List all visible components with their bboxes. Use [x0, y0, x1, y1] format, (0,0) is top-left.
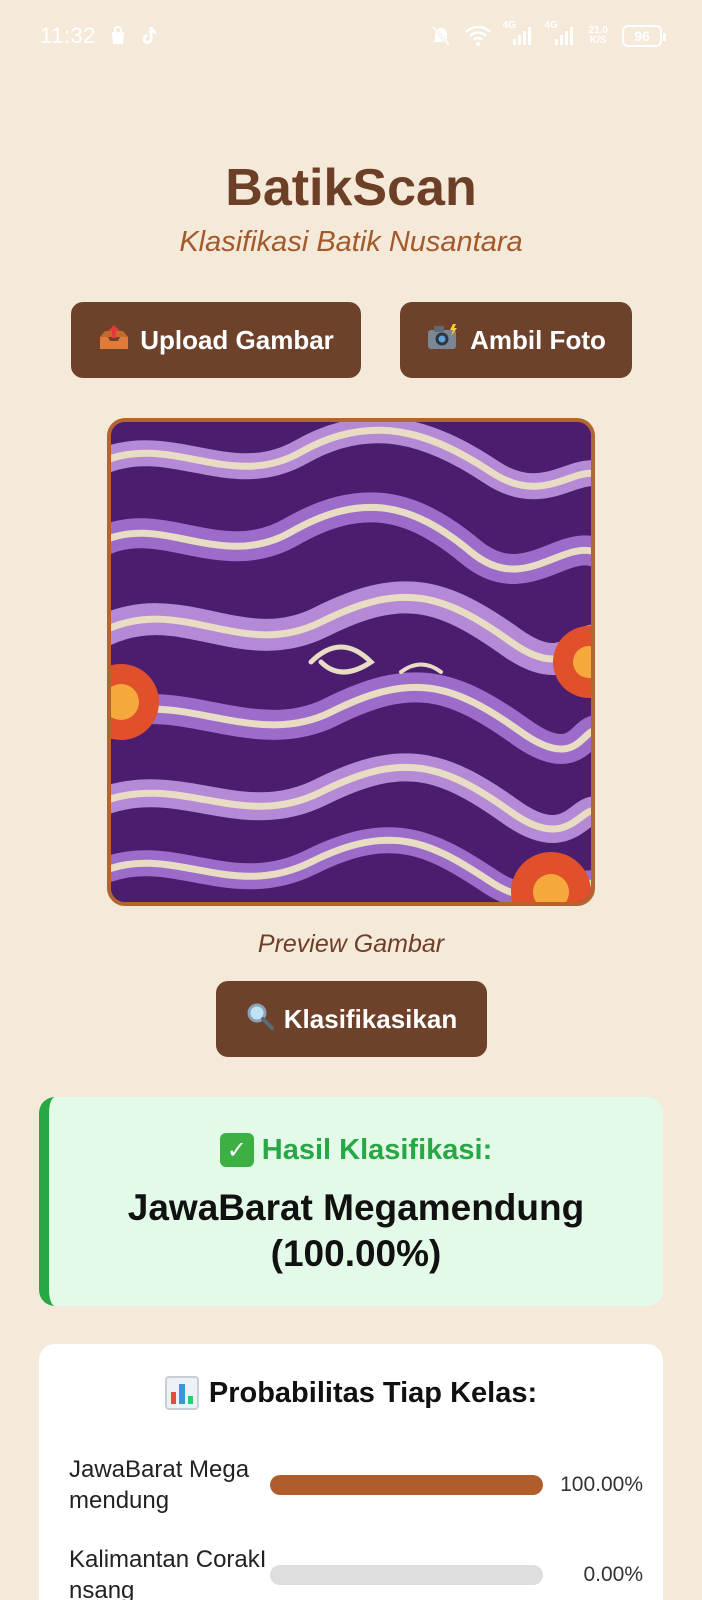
image-preview	[107, 418, 595, 906]
network-speed: 21.0 K/S	[589, 26, 608, 46]
probability-class-label: JawaBarat Megamendung	[69, 1456, 250, 1514]
status-bar: 11:32 4G 4G 21.0 K/S 96	[0, 0, 702, 72]
app-title: BatikScan	[225, 159, 477, 217]
cellular-signal-icon-1: 4G	[503, 21, 533, 47]
battery-icon: 96	[622, 25, 666, 47]
outbox-tray-icon	[98, 323, 130, 358]
bar-chart-icon	[164, 1376, 199, 1410]
probability-value: 0.00%	[583, 1563, 643, 1586]
app-subtitle: Klasifikasi Batik Nusantara	[179, 226, 523, 258]
probability-bar-fill	[270, 1475, 543, 1495]
status-time: 11:32	[40, 23, 96, 48]
mute-bell-icon	[431, 25, 451, 47]
check-mark-icon: ✓	[219, 1133, 254, 1167]
upload-image-button[interactable]: Upload Gambar	[71, 302, 361, 378]
cellular-signal-icon-2: 4G	[545, 21, 575, 47]
classify-button[interactable]: Klasifikasikan	[216, 981, 487, 1057]
probability-bar	[270, 1475, 543, 1495]
result-value: JawaBarat Megamendung (100.00%)	[127, 1187, 585, 1274]
probability-row: Kalimantan CorakInsang 0.00%	[69, 1544, 649, 1600]
magnifier-icon	[246, 1002, 274, 1037]
probability-value: 100.00%	[560, 1473, 643, 1496]
result-heading: ✓ Hasil Klasifikasi:	[49, 1133, 663, 1167]
battery-level: 96	[634, 28, 650, 44]
shopping-bag-icon	[108, 26, 128, 46]
status-bar-right: 4G 4G 21.0 K/S 96	[431, 21, 666, 47]
classify-button-label: Klasifikasikan	[283, 1003, 458, 1034]
preview-caption: Preview Gambar	[257, 930, 445, 958]
camera-button-label: Ambil Foto	[470, 324, 606, 355]
probability-row: JawaBarat Megamendung 100.00%	[69, 1454, 649, 1516]
wifi-icon	[464, 26, 491, 46]
network-speed-unit: K/S	[589, 35, 607, 46]
result-heading-label: Hasil Klasifikasi:	[261, 1133, 493, 1166]
status-bar-left: 11:32	[40, 23, 160, 49]
network-type-1: 4G	[502, 20, 516, 31]
classification-result-card: ✓ Hasil Klasifikasi: JawaBarat Megamendu…	[39, 1097, 663, 1306]
probability-bar	[270, 1565, 543, 1585]
tiktok-icon	[140, 25, 160, 47]
probability-class-label: Kalimantan CorakInsang	[69, 1546, 267, 1600]
probabilities-heading: Probabilitas Tiap Kelas:	[39, 1376, 663, 1410]
camera-flash-icon	[426, 323, 460, 358]
probabilities-heading-label: Probabilitas Tiap Kelas:	[208, 1376, 538, 1409]
take-photo-button[interactable]: Ambil Foto	[400, 302, 632, 378]
batik-megamendung-image	[111, 422, 591, 902]
probabilities-card: Probabilitas Tiap Kelas: JawaBarat Megam…	[39, 1344, 663, 1600]
network-type-2: 4G	[544, 20, 558, 31]
upload-button-label: Upload Gambar	[140, 324, 334, 355]
